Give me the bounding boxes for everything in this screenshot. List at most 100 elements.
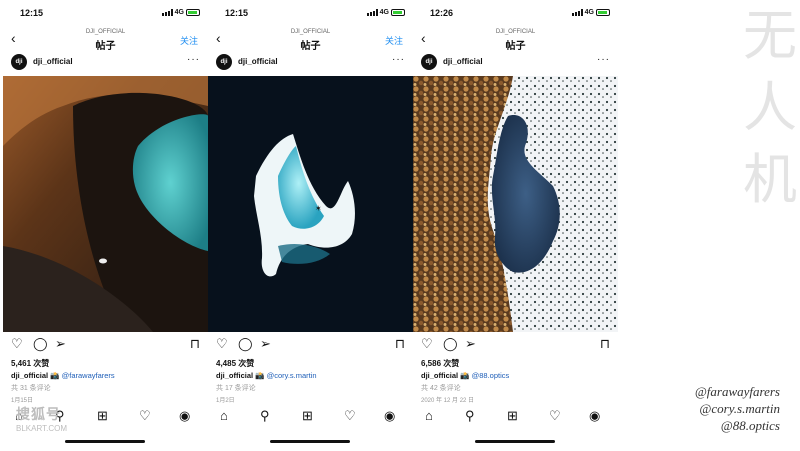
forest-lake-image	[413, 76, 618, 332]
nav-title: 帖子	[95, 41, 116, 52]
status-bar: 12:15 4G	[3, 6, 208, 22]
search-icon[interactable]: ⚲	[260, 408, 270, 424]
caption: dji_official 📸 @88.optics	[421, 371, 509, 380]
signal-icon	[161, 9, 173, 16]
home-indicator	[270, 440, 350, 443]
post-account-row: dji dji_official ···	[413, 52, 618, 74]
post-photo[interactable]	[413, 76, 618, 332]
follow-button[interactable]: 关注	[180, 34, 198, 47]
like-count: 6,586 次赞	[421, 359, 460, 368]
avatar[interactable]: dji	[216, 54, 232, 70]
view-comments-link[interactable]: 共 31 条评论	[11, 383, 51, 393]
status-indicators: 4G	[366, 9, 405, 16]
avatar[interactable]: dji	[421, 54, 437, 70]
caption: dji_official 📸 @farawayfarers	[11, 371, 115, 380]
home-icon[interactable]: ⌂	[425, 408, 433, 424]
profile-icon[interactable]: ◉	[589, 408, 600, 424]
network-label: 4G	[584, 9, 594, 16]
comment-icon[interactable]: ◯	[238, 336, 253, 352]
signal-icon	[366, 9, 378, 16]
activity-heart-icon[interactable]: ♡	[549, 408, 561, 424]
avatar[interactable]: dji	[11, 54, 27, 70]
account-name[interactable]: dji_official	[443, 57, 483, 66]
credit-line: @farawayfarers	[694, 384, 780, 399]
status-indicators: 4G	[571, 9, 610, 16]
send-icon[interactable]: ➢	[55, 336, 66, 352]
watermark-char: 机	[743, 148, 797, 211]
post-photo[interactable]	[3, 76, 208, 332]
comment-icon[interactable]: ◯	[443, 336, 458, 352]
post-header: ‹ DJI_OFFICIAL 帖子	[413, 26, 618, 52]
home-icon[interactable]: ⌂	[220, 408, 228, 424]
follow-button[interactable]: 关注	[385, 34, 403, 47]
watermark-main: 搜狐号	[16, 406, 61, 422]
caption-user[interactable]: dji_official	[216, 371, 253, 380]
heart-icon[interactable]: ♡	[421, 336, 433, 352]
add-post-icon[interactable]: ⊞	[97, 408, 108, 424]
more-options-icon[interactable]: ···	[597, 54, 610, 65]
more-options-icon[interactable]: ···	[392, 54, 405, 65]
nav-title: 帖子	[505, 41, 526, 52]
desert-lagoon-image	[3, 76, 208, 332]
post-account-row: dji dji_official ···	[3, 52, 208, 74]
post-date: 1月15日	[11, 398, 34, 404]
signal-icon	[571, 9, 583, 16]
caption-user[interactable]: dji_official	[11, 371, 48, 380]
post-date: 2020 年 12 月 22 日	[421, 398, 475, 404]
view-comments-link[interactable]: 共 17 条评论	[216, 383, 256, 393]
activity-heart-icon[interactable]: ♡	[344, 408, 356, 424]
mention-link[interactable]: @farawayfarers	[62, 371, 115, 380]
nav-title: 帖子	[300, 41, 321, 52]
bottom-tab-bar: ⌂ ⚲ ⊞ ♡ ◉	[208, 406, 413, 428]
post-actions: ♡ ◯ ➢ ⊓	[413, 336, 618, 354]
phone-screen: 12:15 4G ‹ DJI_OFFICIAL 帖子 关注 dji dji_of…	[3, 0, 208, 451]
view-comments-link[interactable]: 共 42 条评论	[421, 383, 461, 393]
network-label: 4G	[379, 9, 389, 16]
like-count: 5,461 次赞	[11, 359, 50, 368]
bookmark-icon[interactable]: ⊓	[600, 336, 610, 352]
send-icon[interactable]: ➢	[465, 336, 476, 352]
send-icon[interactable]: ➢	[260, 336, 271, 352]
search-icon[interactable]: ⚲	[465, 408, 475, 424]
battery-icon	[186, 9, 200, 16]
svg-text:✶: ✶	[315, 204, 322, 213]
mention-link[interactable]: @88.optics	[472, 371, 510, 380]
status-indicators: 4G	[161, 9, 200, 16]
bookmark-icon[interactable]: ⊓	[395, 336, 405, 352]
status-time: 12:15	[225, 8, 249, 18]
heart-icon[interactable]: ♡	[11, 336, 23, 352]
battery-icon	[391, 9, 405, 16]
battery-icon	[596, 9, 610, 16]
add-post-icon[interactable]: ⊞	[302, 408, 313, 424]
nav-subtitle: DJI_OFFICIAL	[85, 29, 126, 35]
profile-icon[interactable]: ◉	[179, 408, 190, 424]
status-bar: 12:26 4G	[413, 6, 618, 22]
watermark-char: 人	[743, 76, 797, 139]
add-post-icon[interactable]: ⊞	[507, 408, 518, 424]
comment-icon[interactable]: ◯	[33, 336, 48, 352]
phone-screen: 12:26 4G ‹ DJI_OFFICIAL 帖子 dji dji_offic…	[413, 0, 618, 451]
more-options-icon[interactable]: ···	[187, 54, 200, 65]
activity-heart-icon[interactable]: ♡	[139, 408, 151, 424]
post-account-row: dji dji_official ···	[208, 52, 413, 74]
mention-link[interactable]: @cory.s.martin	[267, 371, 317, 380]
nav-subtitle: DJI_OFFICIAL	[290, 29, 331, 35]
source-watermark: 搜狐号 BLKART.COM	[16, 404, 67, 433]
post-header: ‹ DJI_OFFICIAL 帖子 关注	[3, 26, 208, 52]
post-photo[interactable]: ✶	[208, 76, 413, 332]
post-actions: ♡ ◯ ➢ ⊓	[208, 336, 413, 354]
caption-user[interactable]: dji_official	[421, 371, 458, 380]
heart-icon[interactable]: ♡	[216, 336, 228, 352]
status-bar: 12:15 4G	[208, 6, 413, 22]
account-name[interactable]: dji_official	[238, 57, 278, 66]
post-actions: ♡ ◯ ➢ ⊓	[3, 336, 208, 354]
camera-icon: 📸	[255, 371, 265, 380]
bookmark-icon[interactable]: ⊓	[190, 336, 200, 352]
photo-credits: @farawayfarers @cory.s.martin @88.optics	[695, 383, 780, 434]
profile-icon[interactable]: ◉	[384, 408, 395, 424]
post-date: 1月2日	[216, 398, 235, 404]
account-name[interactable]: dji_official	[33, 57, 73, 66]
home-indicator	[65, 440, 145, 443]
status-time: 12:15	[20, 8, 44, 18]
watermark-sub: BLKART.COM	[16, 424, 67, 433]
